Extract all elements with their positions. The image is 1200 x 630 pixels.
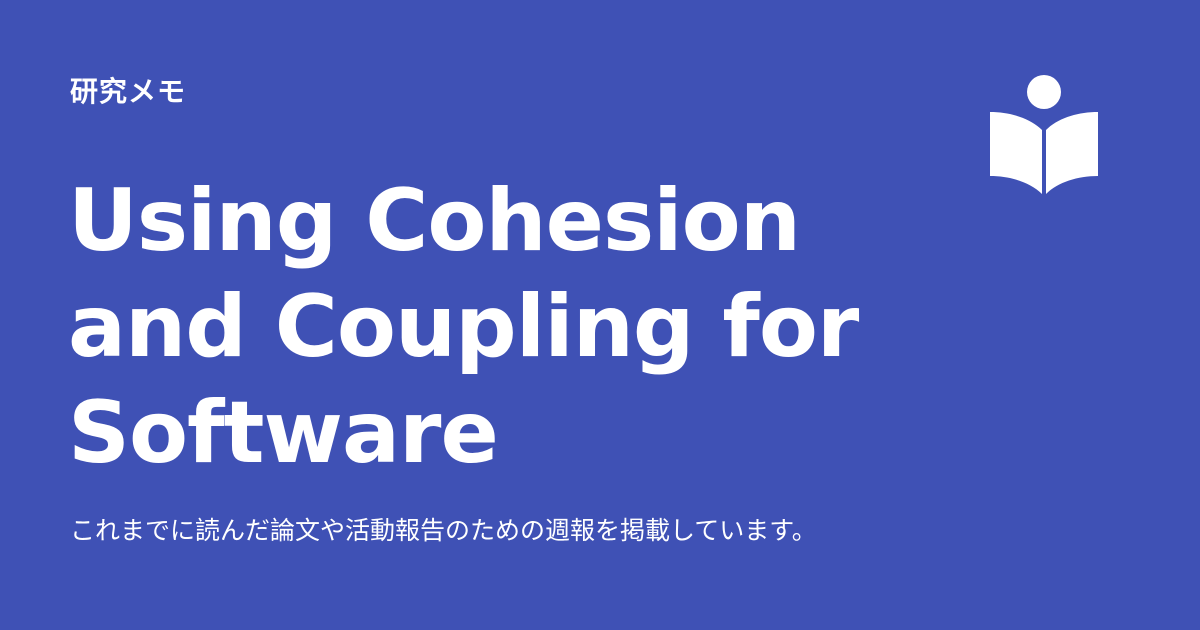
- page-title: Using Cohesion and Coupling for Software: [68, 171, 859, 483]
- category-label: 研究メモ: [70, 75, 187, 108]
- og-card: 研究メモ Using Cohesion and Coupling for Sof…: [0, 0, 1200, 630]
- book-reader-icon: [990, 75, 1098, 194]
- site-description: これまでに読んだ論文や活動報告のための週報を掲載しています。: [70, 516, 817, 545]
